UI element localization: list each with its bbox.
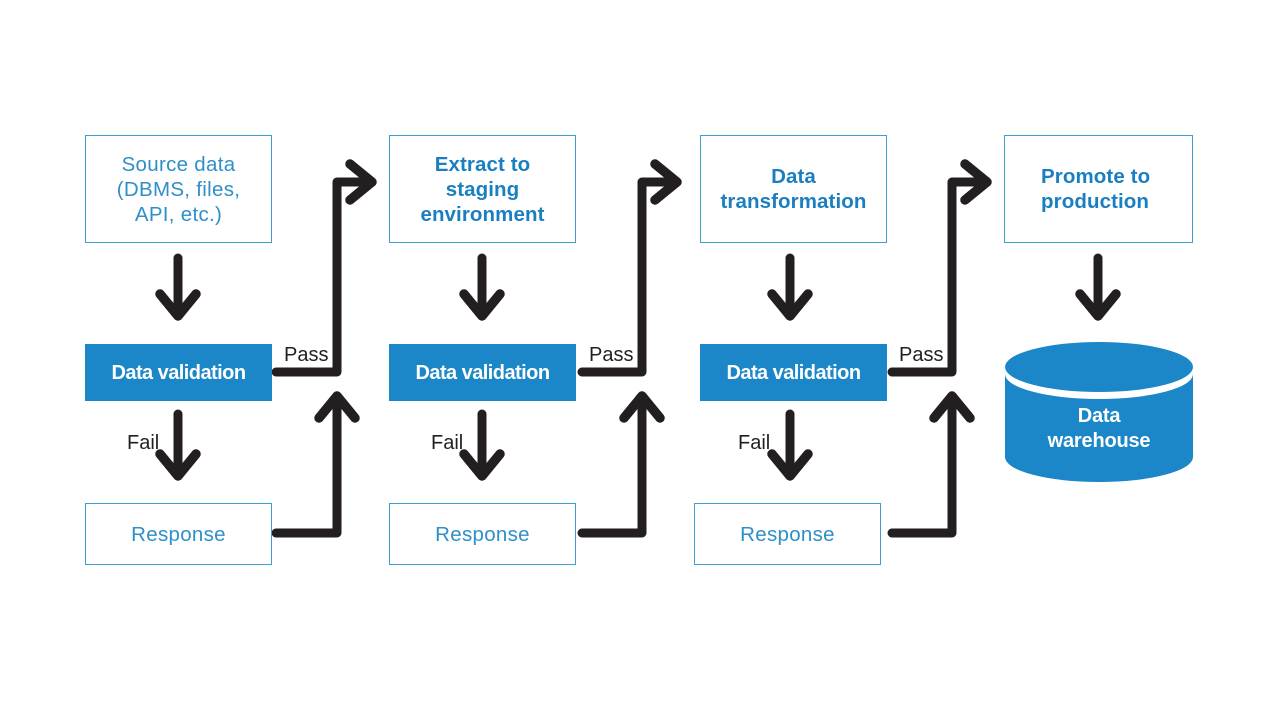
diagram-canvas: .ln { stroke:#231f20; stroke-width:9; fi… bbox=[0, 0, 1280, 707]
node-response-2[interactable]: Response bbox=[389, 503, 576, 565]
edge-label-pass-1: Pass bbox=[284, 344, 329, 366]
edge-label-pass-3: Pass bbox=[899, 344, 944, 366]
node-data-validation-3-label: Data validation bbox=[726, 361, 861, 384]
node-promote-production[interactable]: Promote to production bbox=[1004, 135, 1193, 243]
arrow-response-feedback-1 bbox=[271, 391, 360, 538]
source-data-line-1: Source data bbox=[121, 152, 236, 176]
arrow-response-feedback-3 bbox=[887, 391, 975, 538]
node-source-data-label: Source data (DBMS, files, API, etc.) bbox=[117, 152, 241, 227]
data-warehouse-line-1: Data bbox=[1077, 405, 1121, 427]
node-response-2-label: Response bbox=[435, 522, 530, 546]
arrow-validation-to-response-3 bbox=[767, 409, 813, 481]
arrow-validation-to-response-2 bbox=[459, 409, 505, 481]
extract-staging-line-2: staging bbox=[445, 177, 520, 201]
arrow-response-feedback-2 bbox=[577, 391, 665, 538]
arrow-promote-to-warehouse bbox=[1075, 253, 1121, 321]
arrow-source-to-validation-3 bbox=[767, 253, 813, 321]
source-data-line-2: (DBMS, files, bbox=[116, 177, 241, 201]
promote-production-line-1: Promote to bbox=[1041, 165, 1151, 188]
node-extract-staging-label: Extract to staging environment bbox=[420, 152, 544, 227]
node-data-validation-3[interactable]: Data validation bbox=[700, 344, 887, 401]
edge-label-fail-1: Fail bbox=[127, 432, 160, 454]
data-transformation-line-1: Data bbox=[771, 165, 816, 188]
node-data-validation-2-label: Data validation bbox=[415, 361, 550, 384]
arrow-source-to-validation-2 bbox=[459, 253, 505, 321]
node-response-3[interactable]: Response bbox=[694, 503, 881, 565]
edge-label-pass-2: Pass bbox=[589, 344, 634, 366]
node-data-validation-1[interactable]: Data validation bbox=[85, 344, 272, 401]
node-data-transformation-label: Data transformation bbox=[720, 164, 866, 214]
arrow-source-to-validation-1 bbox=[155, 253, 201, 321]
arrow-pass-2 bbox=[577, 159, 682, 377]
data-warehouse-line-2: warehouse bbox=[1047, 430, 1151, 452]
node-response-3-label: Response bbox=[740, 522, 835, 546]
edge-label-fail-3: Fail bbox=[738, 432, 771, 454]
node-source-data[interactable]: Source data (DBMS, files, API, etc.) bbox=[85, 135, 272, 243]
arrow-pass-3 bbox=[887, 159, 992, 377]
node-data-transformation[interactable]: Data transformation bbox=[700, 135, 887, 243]
arrow-validation-to-response-1 bbox=[155, 409, 201, 481]
edge-label-fail-2: Fail bbox=[431, 432, 464, 454]
node-data-warehouse[interactable]: Data warehouse bbox=[1004, 342, 1194, 482]
data-transformation-line-2: transformation bbox=[720, 190, 867, 213]
node-data-validation-2[interactable]: Data validation bbox=[389, 344, 576, 401]
extract-staging-line-1: Extract to bbox=[434, 152, 531, 176]
node-data-warehouse-label: Data warehouse bbox=[1004, 404, 1194, 454]
node-promote-production-label: Promote to production bbox=[1041, 164, 1150, 214]
node-response-1[interactable]: Response bbox=[85, 503, 272, 565]
node-data-validation-1-label: Data validation bbox=[111, 361, 246, 384]
source-data-line-3: API, etc.) bbox=[134, 202, 223, 226]
arrow-pass-1 bbox=[271, 159, 377, 377]
node-extract-staging[interactable]: Extract to staging environment bbox=[389, 135, 576, 243]
promote-production-line-2: production bbox=[1041, 190, 1150, 213]
node-response-1-label: Response bbox=[131, 522, 226, 546]
extract-staging-line-3: environment bbox=[420, 202, 545, 226]
